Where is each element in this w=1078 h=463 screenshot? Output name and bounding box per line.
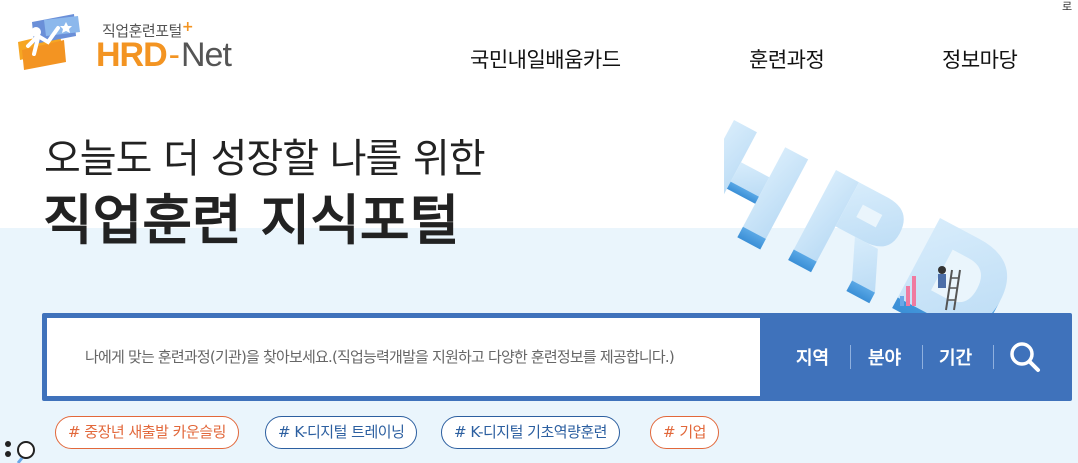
search-input-wrapper [47, 318, 760, 396]
logo-wordmark: HRD-Net [96, 36, 232, 74]
filter-divider [850, 345, 851, 369]
nav-item-card[interactable]: 국민내일배움카드 [470, 44, 621, 74]
tag-midcareer-counseling[interactable]: # 중장년 새출발 카운슬링 [55, 416, 239, 449]
corner-cutoff-text[interactable]: 로 [1062, 0, 1072, 14]
filter-period-button[interactable]: 기간 [939, 344, 972, 370]
filter-field-button[interactable]: 분야 [868, 344, 901, 370]
nav-item-info[interactable]: 정보마당 [942, 44, 1018, 74]
bottom-left-decoration [5, 441, 35, 463]
hero-heading: 직업훈련 지식포털 [43, 189, 460, 252]
tag-enterprise[interactable]: # 기업 [650, 416, 719, 449]
tag-k-digital-training[interactable]: # K-디지털 트레이닝 [265, 416, 418, 449]
search-input[interactable] [47, 318, 760, 396]
search-bar: 지역 분야 기간 [42, 313, 1072, 401]
filter-divider [993, 345, 994, 369]
hrd-net-logo[interactable]: 직업훈련포털+ HRD-Net [14, 12, 264, 74]
hrd-3d-illustration [724, 120, 1008, 315]
search-icon [1010, 342, 1040, 372]
logo-mark-icon [18, 14, 80, 70]
filter-region-button[interactable]: 지역 [796, 344, 829, 370]
filter-divider [922, 345, 923, 369]
tag-k-digital-basic[interactable]: # K-디지털 기초역량훈련 [441, 416, 620, 449]
nav-item-courses[interactable]: 훈련과정 [749, 44, 825, 74]
search-button[interactable] [1005, 337, 1045, 377]
